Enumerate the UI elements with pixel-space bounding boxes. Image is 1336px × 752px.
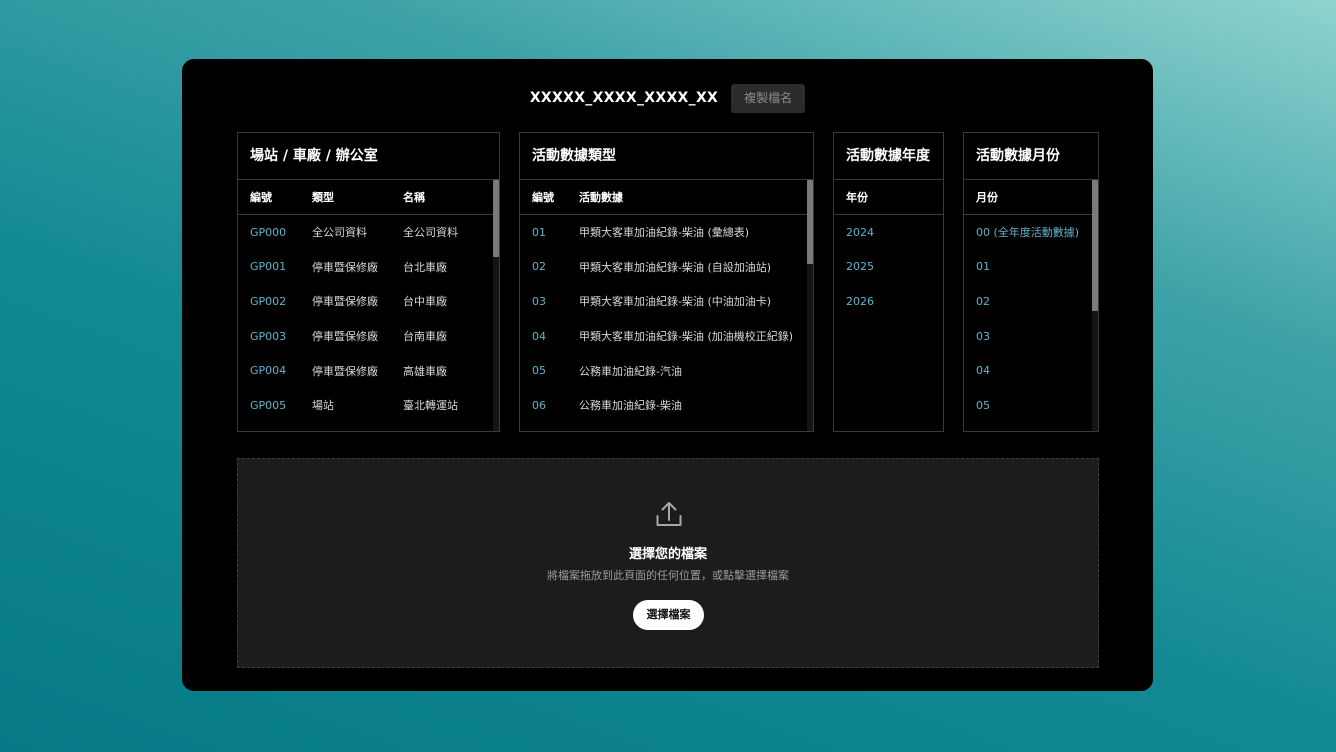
month-value: 01 xyxy=(976,260,990,274)
upload-icon xyxy=(656,502,682,526)
col-name: 名稱 xyxy=(403,191,425,204)
main-card: XXXXX_XXXX_XXXX_XX 複製檔名 場站 / 車廠 / 辦公室 編號… xyxy=(182,59,1153,691)
year-value: 2024 xyxy=(846,225,874,239)
activity-code: 06 xyxy=(532,398,546,412)
station-name: 高雄車廠 xyxy=(403,364,447,378)
activity-scrollbar[interactable] xyxy=(807,180,813,431)
copy-filename-button[interactable]: 複製檔名 xyxy=(731,83,806,113)
station-name: 臺北轉運站 xyxy=(403,399,458,413)
station-type: 場站 xyxy=(312,399,334,413)
activity-name: 甲類大客車加油紀錄-柴油 (自設加油站) xyxy=(579,260,772,274)
year-row-2026[interactable]: 2026 xyxy=(834,284,943,319)
activity-code: 02 xyxy=(532,260,546,274)
activity-row-05[interactable]: 05 公務車加油紀錄-汽油 xyxy=(520,353,813,388)
month-row-04[interactable]: 04 xyxy=(964,353,1098,388)
filename-label: XXXXX_XXXX_XXXX_XX xyxy=(529,90,719,106)
station-scrollbar-thumb[interactable] xyxy=(493,180,499,257)
month-row-05[interactable]: 05 xyxy=(964,388,1098,423)
file-dropzone[interactable]: 選擇您的檔案 將檔案拖放到此頁面的任何位置，或點擊選擇檔案 選擇檔案 xyxy=(237,458,1099,668)
station-panel-title: 場站 / 車廠 / 辦公室 xyxy=(238,133,499,180)
station-panel: 場站 / 車廠 / 辦公室 編號 類型 名稱 GP000 全公司資料 全公司資料… xyxy=(237,132,500,432)
activity-row-02[interactable]: 02 甲類大客車加油紀錄-柴油 (自設加油站) xyxy=(520,250,813,285)
station-row-gp005[interactable]: GP005 場站 臺北轉運站 xyxy=(238,388,499,423)
month-row-00[interactable]: 00 (全年度活動數據) xyxy=(964,215,1098,250)
month-value: 03 xyxy=(976,329,990,343)
col-month: 月份 xyxy=(976,191,998,204)
station-name: 台中車廠 xyxy=(403,295,447,309)
activity-name: 甲類大客車加油紀錄-柴油 (中油加油卡) xyxy=(579,295,772,309)
activity-row-03[interactable]: 03 甲類大客車加油紀錄-柴油 (中油加油卡) xyxy=(520,284,813,319)
activity-name: 甲類大客車加油紀錄-柴油 (彙總表) xyxy=(579,226,750,240)
col-activity: 活動數據 xyxy=(579,191,623,204)
month-row-02[interactable]: 02 xyxy=(964,284,1098,319)
station-code: GP004 xyxy=(250,364,287,378)
month-row-01[interactable]: 01 xyxy=(964,250,1098,285)
station-code: GP000 xyxy=(250,225,287,239)
station-row-gp001[interactable]: GP001 停車暨保修廠 台北車廠 xyxy=(238,250,499,285)
station-name: 全公司資料 xyxy=(403,226,458,240)
activity-name: 公務車加油紀錄-柴油 xyxy=(579,399,682,413)
col-type: 類型 xyxy=(312,191,334,204)
station-row-gp000[interactable]: GP000 全公司資料 全公司資料 xyxy=(238,215,499,250)
station-code: GP003 xyxy=(250,329,287,343)
activity-code: 05 xyxy=(532,364,546,378)
year-value: 2025 xyxy=(846,260,874,274)
station-column-header: 編號 類型 名稱 xyxy=(238,180,499,215)
year-panel: 活動數據年度 年份 2024 2025 2026 xyxy=(833,132,944,432)
station-code: GP002 xyxy=(250,294,287,308)
dropzone-hint: 將檔案拖放到此頁面的任何位置，或點擊選擇檔案 xyxy=(547,569,789,582)
activity-panel: 活動數據類型 編號 活動數據 01 甲類大客車加油紀錄-柴油 (彙總表) 02 … xyxy=(519,132,814,432)
station-code: GP005 xyxy=(250,398,287,412)
station-type: 全公司資料 xyxy=(312,226,367,240)
activity-code: 03 xyxy=(532,294,546,308)
month-value: 05 xyxy=(976,398,990,412)
year-panel-title: 活動數據年度 xyxy=(834,133,943,180)
activity-panel-title: 活動數據類型 xyxy=(520,133,813,180)
station-type: 停車暨保修廠 xyxy=(312,364,378,378)
station-type: 停車暨保修廠 xyxy=(312,295,378,309)
month-value: 02 xyxy=(976,294,990,308)
station-name: 台南車廠 xyxy=(403,330,447,344)
activity-row-04[interactable]: 04 甲類大客車加油紀錄-柴油 (加油機校正紀錄) xyxy=(520,319,813,354)
station-row-gp003[interactable]: GP003 停車暨保修廠 台南車廠 xyxy=(238,319,499,354)
month-scrollbar[interactable] xyxy=(1092,180,1098,431)
station-name: 台北車廠 xyxy=(403,260,447,274)
station-row-gp004[interactable]: GP004 停車暨保修廠 高雄車廠 xyxy=(238,353,499,388)
activity-code: 04 xyxy=(532,329,546,343)
col-year: 年份 xyxy=(846,191,868,204)
month-value: 04 xyxy=(976,364,990,378)
month-panel-title: 活動數據月份 xyxy=(964,133,1098,180)
month-panel: 活動數據月份 月份 00 (全年度活動數據) 01 02 03 04 05 xyxy=(963,132,1099,432)
dropzone-title: 選擇您的檔案 xyxy=(628,547,707,562)
year-row-2025[interactable]: 2025 xyxy=(834,250,943,285)
year-row-2024[interactable]: 2024 xyxy=(834,215,943,250)
year-value: 2026 xyxy=(846,294,874,308)
col-code: 編號 xyxy=(250,191,272,204)
station-code: GP001 xyxy=(250,260,287,274)
station-type: 停車暨保修廠 xyxy=(312,330,378,344)
month-row-03[interactable]: 03 xyxy=(964,319,1098,354)
file-header: XXXXX_XXXX_XXXX_XX 複製檔名 xyxy=(182,83,1153,113)
station-row-gp002[interactable]: GP002 停車暨保修廠 台中車廠 xyxy=(238,284,499,319)
month-column-header: 月份 xyxy=(964,180,1098,215)
station-type: 停車暨保修廠 xyxy=(312,260,378,274)
month-value: 00 (全年度活動數據) xyxy=(976,226,1080,240)
activity-name: 公務車加油紀錄-汽油 xyxy=(579,364,682,378)
col-code: 編號 xyxy=(532,191,554,204)
station-scrollbar[interactable] xyxy=(493,180,499,431)
choose-file-button[interactable]: 選擇檔案 xyxy=(633,600,704,630)
year-column-header: 年份 xyxy=(834,180,943,215)
month-scrollbar-thumb[interactable] xyxy=(1092,180,1098,311)
activity-scrollbar-thumb[interactable] xyxy=(807,180,813,264)
activity-row-06[interactable]: 06 公務車加油紀錄-柴油 xyxy=(520,388,813,423)
activity-name: 甲類大客車加油紀錄-柴油 (加油機校正紀錄) xyxy=(579,330,794,344)
activity-code: 01 xyxy=(532,225,546,239)
activity-column-header: 編號 活動數據 xyxy=(520,180,813,215)
activity-row-01[interactable]: 01 甲類大客車加油紀錄-柴油 (彙總表) xyxy=(520,215,813,250)
